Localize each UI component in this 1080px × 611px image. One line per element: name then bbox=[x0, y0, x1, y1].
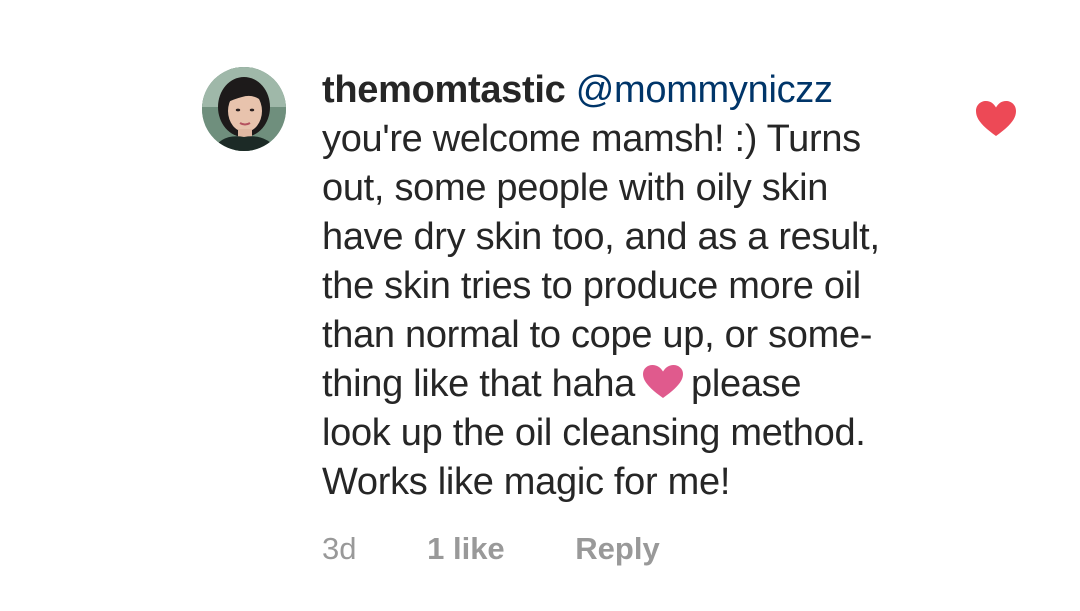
avatar[interactable] bbox=[202, 67, 286, 151]
reply-button[interactable]: Reply bbox=[575, 529, 659, 569]
comment-line: Works like magic for me! bbox=[322, 461, 731, 503]
comment-text: themomtastic @mommyniczz you're welcome … bbox=[322, 66, 952, 507]
comment-line-part: please bbox=[691, 363, 802, 405]
pink-heart-icon bbox=[643, 365, 684, 398]
comment-line-with-emoji: thing like that haha please bbox=[322, 360, 952, 409]
avatar-image bbox=[202, 67, 286, 151]
username-link[interactable]: themomtastic bbox=[322, 69, 566, 111]
likes-count-link[interactable]: 1 like bbox=[427, 529, 505, 569]
comment-line: have dry skin too, and as a result, bbox=[322, 216, 880, 258]
comment-line: than normal to cope up, or some- bbox=[322, 314, 873, 356]
comment-meta: 3d 1 like Reply bbox=[322, 529, 660, 569]
heart-icon bbox=[976, 101, 1016, 136]
timestamp: 3d bbox=[322, 531, 357, 566]
comment-header-line: themomtastic @mommyniczz bbox=[322, 66, 952, 115]
comment-line-part: thing like that haha bbox=[322, 363, 636, 405]
like-button[interactable] bbox=[975, 100, 1017, 138]
comment-line: out, some people with oily skin bbox=[322, 167, 829, 209]
mention-link[interactable]: @mommyniczz bbox=[576, 69, 833, 111]
comment-line: the skin tries to produce more oil bbox=[322, 265, 861, 307]
comment-line: look up the oil cleansing method. bbox=[322, 412, 866, 454]
comment-body: themomtastic @mommyniczz you're welcome … bbox=[322, 66, 952, 507]
comment-line: you're welcome mamsh! :) Turns bbox=[322, 118, 861, 160]
comment: themomtastic @mommyniczz you're welcome … bbox=[0, 0, 1080, 611]
